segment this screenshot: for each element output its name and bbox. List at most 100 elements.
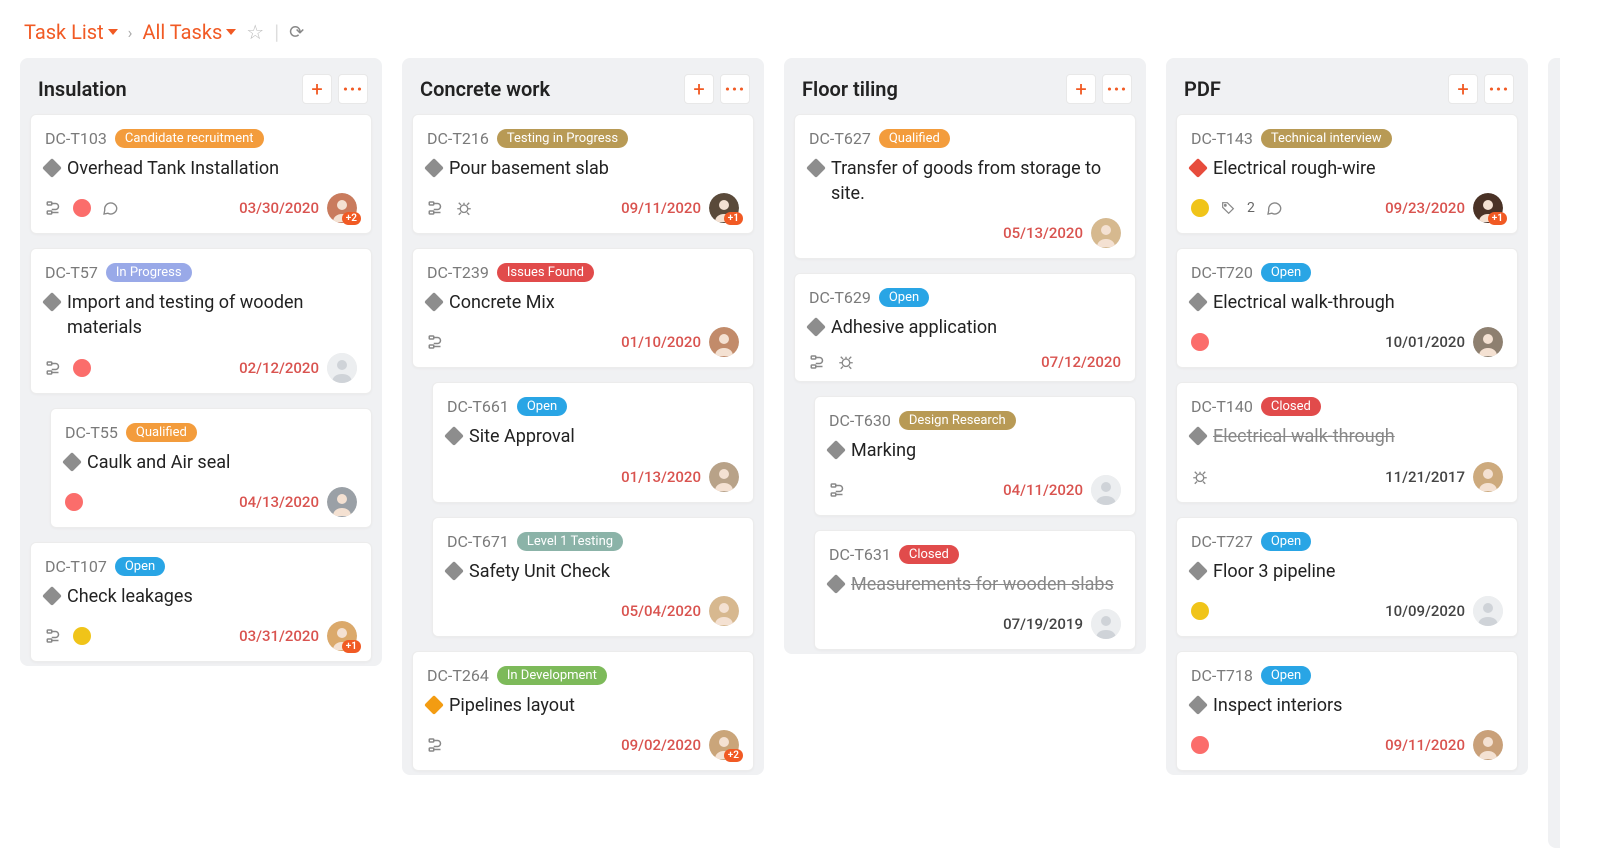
status-badge: In Progress: [106, 263, 192, 282]
card-header: DC-T629Open: [809, 288, 1121, 307]
divider: |: [274, 20, 279, 44]
assignee-avatar-wrap[interactable]: [709, 462, 739, 492]
card-footer: 05/04/2020: [447, 596, 739, 626]
assignee-avatar-wrap[interactable]: [1091, 218, 1121, 248]
task-card[interactable]: DC-T264In DevelopmentPipelines layout09/…: [412, 651, 754, 771]
card-footer: 01/13/2020: [447, 462, 739, 492]
add-card-button[interactable]: +: [684, 74, 714, 104]
task-card[interactable]: DC-T718OpenInspect interiors09/11/2020: [1176, 651, 1518, 771]
breadcrumb-task-list[interactable]: Task List: [24, 20, 118, 44]
card-title: Concrete Mix: [449, 290, 555, 315]
assignee-avatar-wrap[interactable]: [1473, 596, 1503, 626]
task-card[interactable]: DC-T55QualifiedCaulk and Air seal04/13/2…: [50, 408, 372, 528]
column-more-button[interactable]: ···: [338, 74, 368, 104]
assignee-avatar-wrap[interactable]: +2: [709, 730, 739, 760]
refresh-icon[interactable]: ⟳: [289, 22, 304, 43]
assignee-avatar-wrap[interactable]: +1: [709, 193, 739, 223]
assignee-avatar-wrap[interactable]: +1: [327, 621, 357, 651]
task-card[interactable]: DC-T143Technical interviewElectrical rou…: [1176, 114, 1518, 234]
assignee-avatar-wrap[interactable]: [709, 327, 739, 357]
assignee-avatar-wrap[interactable]: [1091, 475, 1121, 505]
card-title: Inspect interiors: [1213, 693, 1342, 718]
priority-diamond-icon: [1188, 561, 1208, 581]
card-footer-right: 10/09/2020: [1385, 596, 1503, 626]
card-footer-right: 05/04/2020: [621, 596, 739, 626]
priority-dot-yellow: [73, 627, 91, 645]
assignee-avatar-wrap[interactable]: [1473, 730, 1503, 760]
card-header: DC-T55Qualified: [65, 423, 357, 442]
task-card[interactable]: DC-T629OpenAdhesive application07/12/202…: [794, 273, 1136, 381]
priority-diamond-icon: [806, 158, 826, 178]
assignee-avatar: [709, 596, 739, 626]
card-title-row: Measurements for wooden slabs: [829, 572, 1121, 597]
card-id: DC-T216: [427, 129, 489, 148]
assignee-avatar-wrap[interactable]: [709, 596, 739, 626]
priority-diamond-icon: [806, 317, 826, 337]
assignee-avatar-wrap[interactable]: [327, 487, 357, 517]
card-title: Overhead Tank Installation: [67, 156, 279, 181]
status-badge: Open: [1261, 532, 1311, 551]
status-badge: Qualified: [126, 423, 197, 442]
card-footer: 03/31/2020+1: [45, 621, 357, 651]
card-header: DC-T239Issues Found: [427, 263, 739, 282]
status-badge: Closed: [1261, 397, 1321, 416]
subtask-icon: [45, 359, 63, 377]
task-card[interactable]: DC-T103Candidate recruitmentOverhead Tan…: [30, 114, 372, 234]
card-title-row: Pour basement slab: [427, 156, 739, 181]
priority-diamond-icon: [826, 574, 846, 594]
assignee-avatar: [1091, 609, 1121, 639]
status-badge: Open: [517, 397, 567, 416]
task-card[interactable]: DC-T627QualifiedTransfer of goods from s…: [794, 114, 1136, 259]
status-badge: Open: [1261, 263, 1311, 282]
priority-diamond-icon: [424, 695, 444, 715]
task-card[interactable]: DC-T671Level 1 TestingSafety Unit Check0…: [432, 517, 754, 637]
star-icon[interactable]: ☆: [246, 20, 264, 44]
assignee-avatar-wrap[interactable]: +1: [1473, 193, 1503, 223]
subtask-icon: [45, 199, 63, 217]
card-title-row: Overhead Tank Installation: [45, 156, 357, 181]
card-header: DC-T671Level 1 Testing: [447, 532, 739, 551]
add-card-button[interactable]: +: [1448, 74, 1478, 104]
task-card[interactable]: DC-T216Testing in ProgressPour basement …: [412, 114, 754, 234]
column: Floor tiling+···DC-T627QualifiedTransfer…: [784, 58, 1146, 654]
column-title: Insulation: [38, 77, 127, 101]
task-card[interactable]: DC-T720OpenElectrical walk-through10/01/…: [1176, 248, 1518, 368]
card-title: Pour basement slab: [449, 156, 609, 181]
add-card-button[interactable]: +: [302, 74, 332, 104]
card-list: DC-T143Technical interviewElectrical rou…: [1166, 114, 1528, 771]
task-card[interactable]: DC-T631ClosedMeasurements for wooden sla…: [814, 530, 1136, 650]
column-title: PDF: [1184, 77, 1221, 101]
task-card[interactable]: DC-T140ClosedElectrical walk-through11/2…: [1176, 382, 1518, 502]
assignee-avatar: [1473, 462, 1503, 492]
assignee-avatar-wrap[interactable]: [1473, 462, 1503, 492]
card-id: DC-T107: [45, 557, 107, 576]
breadcrumb-all-tasks[interactable]: All Tasks: [142, 20, 236, 44]
status-badge: Open: [115, 557, 165, 576]
assignee-avatar-wrap[interactable]: [1473, 327, 1503, 357]
assignee-avatar-wrap[interactable]: [327, 353, 357, 383]
task-card[interactable]: DC-T630Design ResearchMarking04/11/2020: [814, 396, 1136, 516]
card-footer-left: [45, 199, 119, 217]
card-date: 01/10/2020: [621, 333, 701, 351]
priority-dot-red: [1191, 736, 1209, 754]
task-card[interactable]: DC-T661OpenSite Approval01/13/2020: [432, 382, 754, 502]
priority-diamond-icon: [42, 158, 62, 178]
priority-dot-yellow: [1191, 199, 1209, 217]
card-footer-right: 03/30/2020+2: [239, 193, 357, 223]
subtask-icon: [427, 199, 445, 217]
column-header: Concrete work+···: [402, 58, 764, 114]
priority-dot-red: [73, 199, 91, 217]
assignee-avatar-wrap[interactable]: +2: [327, 193, 357, 223]
card-footer: 02/12/2020: [45, 353, 357, 383]
bug-icon: [837, 353, 855, 371]
column-more-button[interactable]: ···: [1484, 74, 1514, 104]
add-card-button[interactable]: +: [1066, 74, 1096, 104]
card-title-row: Floor 3 pipeline: [1191, 559, 1503, 584]
column-more-button[interactable]: ···: [1102, 74, 1132, 104]
task-card[interactable]: DC-T107OpenCheck leakages03/31/2020+1: [30, 542, 372, 662]
task-card[interactable]: DC-T57In ProgressImport and testing of w…: [30, 248, 372, 393]
assignee-avatar-wrap[interactable]: [1091, 609, 1121, 639]
column-more-button[interactable]: ···: [720, 74, 750, 104]
task-card[interactable]: DC-T727OpenFloor 3 pipeline10/09/2020: [1176, 517, 1518, 637]
task-card[interactable]: DC-T239Issues Found Concrete Mix 01/10/202…: [412, 248, 754, 368]
